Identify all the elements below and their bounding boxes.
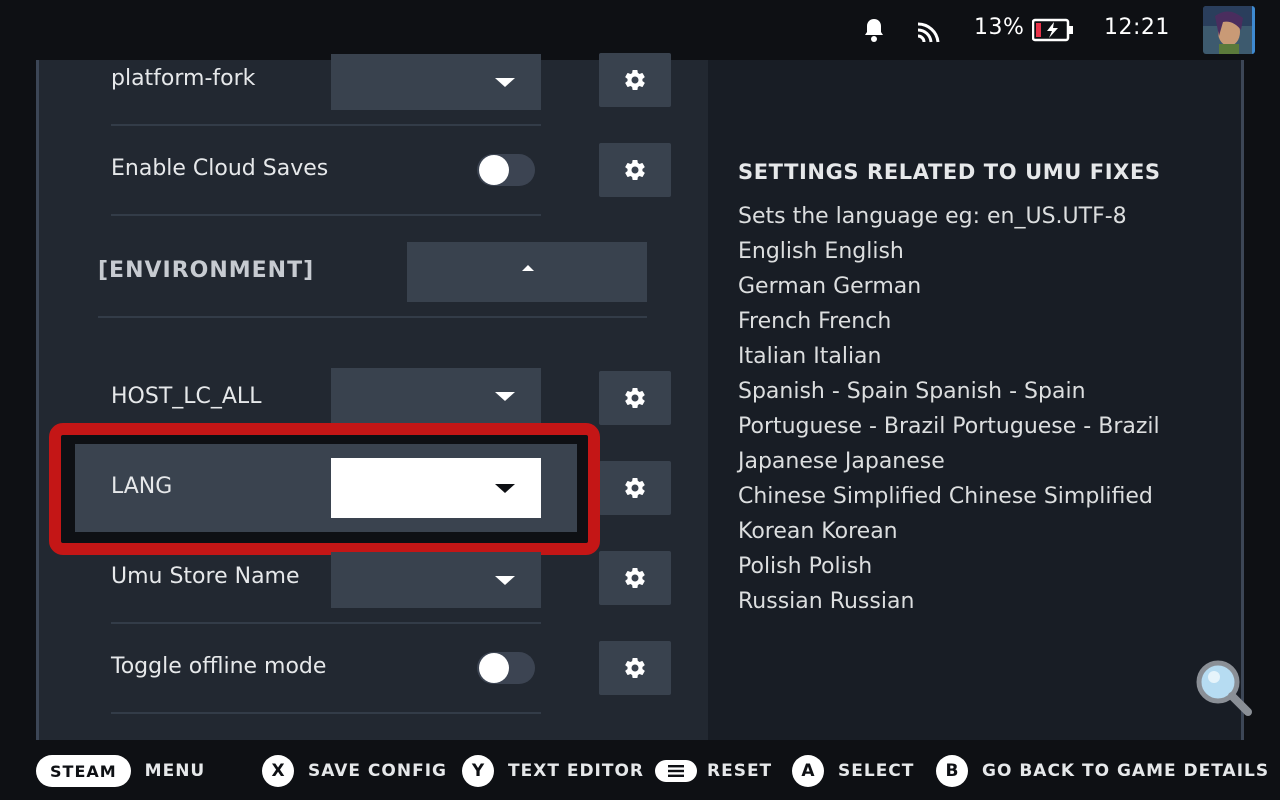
description-line: Japanese Japanese (738, 449, 945, 474)
legend-label: MENU (144, 761, 206, 781)
setting-label-toggle-offline-mode: Toggle offline mode (111, 654, 327, 679)
gear-icon (625, 568, 645, 589)
row-divider (111, 124, 541, 126)
row-divider (111, 622, 541, 624)
battery-charging-icon (1032, 18, 1073, 42)
chevron-down-icon (495, 392, 515, 401)
gear-icon (625, 478, 645, 499)
description-line: Russian Russian (738, 589, 915, 614)
y-button-glyph: Y (462, 755, 494, 787)
row-divider (111, 712, 541, 714)
legend-label: SAVE CONFIG (308, 761, 447, 781)
legend-text-editor[interactable]: Y TEXT EDITOR (462, 755, 645, 787)
legend-save-config[interactable]: X SAVE CONFIG (262, 755, 447, 787)
lang-dropdown[interactable] (331, 458, 541, 518)
description-line: Chinese Simplified Chinese Simplified (738, 484, 1153, 509)
gear-icon (625, 70, 645, 91)
setting-label-umu-store-name: Umu Store Name (111, 564, 300, 589)
legend-reset[interactable]: RESET (655, 756, 772, 786)
description-line: Portuguese - Brazil Portuguese - Brazil (738, 414, 1160, 439)
setting-label-lang: LANG (111, 474, 173, 499)
setting-label-host-lc-all: HOST_LC_ALL (111, 384, 262, 409)
enable-cloud-saves-settings-button[interactable] (599, 143, 671, 197)
section-header-environment: [ENVIRONMENT] (98, 258, 315, 283)
gear-icon (625, 658, 645, 679)
chevron-down-icon (495, 576, 515, 585)
host-lc-all-dropdown[interactable] (331, 368, 541, 424)
legend-steam-menu[interactable]: STEAM MENU (36, 755, 206, 787)
umu-store-name-dropdown[interactable] (331, 552, 541, 608)
battery-percent: 13% (974, 15, 1025, 40)
platform-fork-dropdown[interactable] (331, 54, 541, 110)
toggle-knob (479, 653, 509, 683)
description-line: Polish Polish (738, 554, 873, 579)
description-line: Sets the language eg: en_US.UTF-8 (738, 204, 1127, 229)
host-lc-all-settings-button[interactable] (599, 371, 671, 425)
enable-cloud-saves-toggle[interactable] (477, 154, 535, 186)
button-legend-bar: STEAM MENU X SAVE CONFIG Y TEXT EDITOR R… (0, 740, 1280, 800)
setting-label-enable-cloud-saves: Enable Cloud Saves (111, 156, 329, 181)
toggle-offline-mode-settings-button[interactable] (599, 641, 671, 695)
description-line: Italian Italian (738, 344, 882, 369)
gear-icon (625, 160, 645, 181)
toggle-knob (479, 155, 509, 185)
bell-icon[interactable] (862, 17, 886, 43)
legend-select[interactable]: A SELECT (792, 755, 915, 787)
x-button-glyph: X (262, 755, 294, 787)
environment-collapse-button[interactable] (407, 242, 647, 302)
status-bar: 13% 12:21 (0, 0, 1280, 60)
description-title: SETTINGS RELATED TO UMU FIXES (738, 160, 1161, 184)
wifi-icon (917, 22, 940, 43)
description-line: Spanish - Spain Spanish - Spain (738, 379, 1086, 404)
clock: 12:21 (1104, 15, 1170, 40)
platform-fork-settings-button[interactable] (599, 53, 671, 107)
toggle-offline-mode-toggle[interactable] (477, 652, 535, 684)
setting-label-platform-fork: platform-fork (111, 66, 256, 91)
legend-label: RESET (707, 761, 773, 781)
section-divider (98, 316, 647, 318)
chevron-up-icon (522, 265, 534, 271)
legend-label: GO BACK TO GAME DETAILS (982, 761, 1270, 781)
gear-icon (625, 388, 645, 409)
chevron-down-icon (495, 78, 515, 87)
chevron-down-icon (495, 484, 515, 493)
magnifier-icon[interactable] (1192, 656, 1256, 720)
lang-settings-button[interactable] (599, 461, 671, 515)
description-line: German German (738, 274, 922, 299)
description-line: Korean Korean (738, 519, 898, 544)
legend-go-back[interactable]: B GO BACK TO GAME DETAILS (936, 755, 1270, 787)
a-button-glyph: A (792, 755, 824, 787)
avatar[interactable] (1203, 6, 1255, 54)
row-divider (111, 214, 541, 216)
description-line: English English (738, 239, 904, 264)
menu-button-icon (655, 760, 697, 782)
legend-label: TEXT EDITOR (508, 761, 645, 781)
b-button-glyph: B (936, 755, 968, 787)
steam-button-glyph: STEAM (36, 755, 131, 787)
umu-store-name-settings-button[interactable] (599, 551, 671, 605)
description-line: French French (738, 309, 892, 334)
legend-label: SELECT (838, 761, 915, 781)
description-text: Sets the language eg: en_US.UTF-8 Englis… (738, 202, 1160, 622)
